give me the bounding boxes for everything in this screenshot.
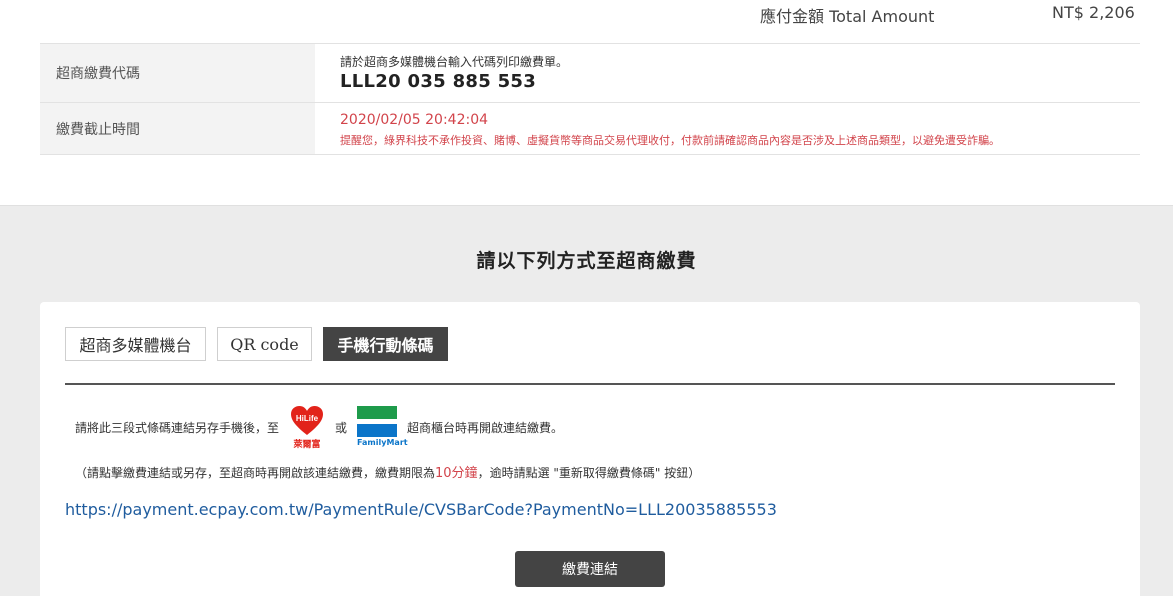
tab-mobile-barcode[interactable]: 手機行動條碼 xyxy=(323,327,448,361)
note-suffix: ，逾時請點選 "重新取得繳費條碼" 按鈕） xyxy=(477,466,701,480)
tab-kiosk[interactable]: 超商多媒體機台 xyxy=(65,327,206,361)
note-time-limit: 10分鐘 xyxy=(435,466,478,481)
note-prefix: （請點擊繳費連結或另存，至超商時再開啟該連結繳費，繳費期限為 xyxy=(75,466,436,480)
payment-info-table: 超商繳費代碼 請於超商多媒體機台輸入代碼列印繳費單。 LLL20 035 885… xyxy=(40,43,1140,155)
payment-code-label: 超商繳費代碼 xyxy=(40,44,315,102)
instruction-or: 或 xyxy=(335,420,348,435)
instruction-prefix: 請將此三段式條碼連結另存手機後，至 xyxy=(75,420,280,435)
deadline-label: 繳費截止時間 xyxy=(40,103,315,154)
hilife-logo-text: HiLife xyxy=(296,414,319,423)
mobile-instruction: 請將此三段式條碼連結另存手機後，至 HiLife 萊爾富 或 FamilyMar… xyxy=(75,406,564,450)
hilife-logo-icon: HiLife 萊爾富 xyxy=(289,406,325,450)
familymart-stripe-green xyxy=(357,406,398,419)
section-title: 請以下列方式至超商繳費 xyxy=(476,250,697,272)
familymart-logo-name: FamilyMart xyxy=(357,438,408,447)
familymart-logo-icon: FamilyMart xyxy=(357,406,408,448)
order-summary-panel: 應付金額 Total Amount NT$ 2,206 超商繳費代碼 請於超商多… xyxy=(0,0,1173,205)
deadline-value: 2020/02/05 20:42:04 xyxy=(340,112,489,128)
payment-method-card: 超商多媒體機台 QR code 手機行動條碼 請將此三段式條碼連結另存手機後，至… xyxy=(40,302,1140,602)
hilife-logo-name: 萊爾富 xyxy=(293,440,321,450)
tab-divider xyxy=(65,383,1115,385)
payment-link-button[interactable]: 繳費連結 xyxy=(515,551,665,587)
hilife-heart-icon: HiLife xyxy=(291,406,324,435)
payment-method-tabs: 超商多媒體機台 QR code 手機行動條碼 xyxy=(65,327,459,361)
total-amount-label: 應付金額 Total Amount xyxy=(760,7,935,26)
total-amount-value: NT$ 2,206 xyxy=(1052,3,1135,22)
payment-code-note: 請於超商多媒體機台輸入代碼列印繳費單。 xyxy=(340,55,569,69)
instruction-suffix: 超商櫃台時再開啟連結繳費。 xyxy=(407,420,564,435)
payment-code-row: 超商繳費代碼 請於超商多媒體機台輸入代碼列印繳費單。 LLL20 035 885… xyxy=(40,44,1140,103)
familymart-stripe-blue xyxy=(357,424,398,437)
payment-code-value: LLL20 035 885 553 xyxy=(340,71,537,92)
deadline-cell: 2020/02/05 20:42:04 提醒您，綠界科技不承作投資、賭博、虛擬貨… xyxy=(315,103,1140,154)
fraud-warning: 提醒您，綠界科技不承作投資、賭博、虛擬貨幣等商品交易代理收付，付款前請確認商品內… xyxy=(340,134,1000,147)
deadline-row: 繳費截止時間 2020/02/05 20:42:04 提醒您，綠界科技不承作投資… xyxy=(40,103,1140,155)
payment-url-link[interactable]: https://payment.ecpay.com.tw/PaymentRule… xyxy=(65,500,777,519)
tab-qr-code[interactable]: QR code xyxy=(217,327,312,361)
mobile-note: （請點擊繳費連結或另存，至超商時再開啟該連結繳費，繳費期限為10分鐘，逾時請點選… xyxy=(75,462,700,481)
payment-method-section: 請以下列方式至超商繳費 超商多媒體機台 QR code 手機行動條碼 請將此三段… xyxy=(0,205,1173,602)
payment-code-cell: 請於超商多媒體機台輸入代碼列印繳費單。 LLL20 035 885 553 xyxy=(315,44,1140,102)
